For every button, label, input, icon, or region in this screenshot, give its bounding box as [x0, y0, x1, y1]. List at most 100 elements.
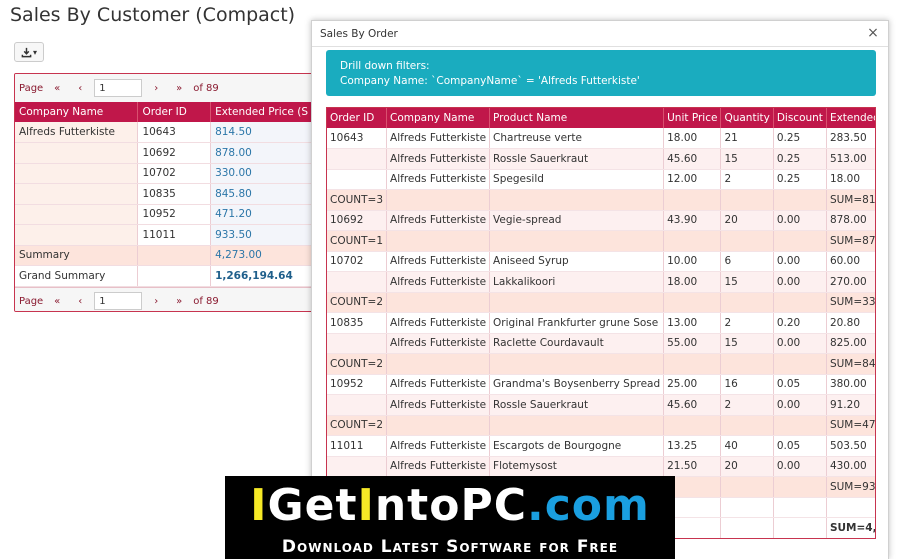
extended-price-link[interactable]: 845.80	[210, 183, 313, 205]
extended-price-link[interactable]: 471.20	[210, 204, 313, 225]
discount-cell: 0.00	[773, 456, 827, 477]
unit-price-cell: 21.50	[663, 456, 722, 477]
close-icon[interactable]: ×	[866, 26, 880, 40]
extended-price-cell	[826, 497, 875, 518]
column-header-extended-price[interactable]: Extended Price	[826, 108, 875, 128]
table-row: Alfreds Futterkiste Lakkalikoori 18.00 15 0.…	[327, 271, 875, 293]
sales-by-order-table: Order ID Company Name Product Name Unit …	[327, 108, 875, 538]
column-header-company-name[interactable]: Company Name	[386, 108, 491, 128]
unit-price-cell: 12.00	[663, 169, 722, 190]
next-page-button[interactable]: ›	[147, 292, 165, 310]
company-cell	[386, 189, 491, 211]
summary-value-link[interactable]: 4,273.00	[210, 245, 313, 266]
sales-by-order-table-container[interactable]: Order ID Company Name Product Name Unit …	[326, 107, 876, 539]
company-cell: Alfreds Futterkiste	[386, 374, 491, 395]
extended-price-link[interactable]: 933.50	[210, 224, 313, 246]
extended-price-cell: 380.00	[826, 374, 875, 395]
quantity-cell: 16	[720, 374, 774, 395]
export-button[interactable]: ▾	[14, 42, 44, 62]
quantity-cell: 2	[720, 394, 774, 416]
column-header-order-id[interactable]: Order ID	[327, 108, 388, 128]
discount-cell: 0.00	[773, 333, 827, 354]
unit-price-cell	[663, 353, 722, 375]
discount-cell	[773, 353, 827, 375]
extended-price-cell: 430.00	[826, 456, 875, 477]
table-row: 10692 878.00	[15, 142, 313, 164]
first-page-button[interactable]: «	[48, 292, 66, 310]
extended-price-cell: 18.00	[826, 169, 875, 190]
quantity-cell: 6	[720, 251, 774, 272]
column-header-discount[interactable]: Discount	[773, 108, 827, 128]
extended-price-cell: SUM=471.20	[826, 415, 875, 436]
table-row: Alfreds Futterkiste Raclette Courdavault 5…	[327, 333, 875, 354]
watermark-logo-part: Get	[267, 479, 358, 531]
quantity-cell	[720, 497, 774, 518]
column-header-order-id[interactable]: Order ID	[137, 102, 212, 122]
group-summary-row: COUNT=2 SUM=330.00	[327, 292, 875, 313]
order-id-cell: 10702	[137, 163, 212, 184]
unit-price-cell: 18.00	[663, 128, 722, 149]
watermark-tagline: Download Latest Software for Free	[281, 536, 619, 557]
unit-price-cell: 45.60	[663, 148, 722, 170]
column-header-quantity[interactable]: Quantity	[720, 108, 774, 128]
quantity-cell	[720, 230, 774, 252]
table-row: 11011 933.50	[15, 224, 313, 246]
order-id-cell: 10835	[137, 183, 212, 205]
product-cell	[489, 415, 665, 436]
group-summary-row: COUNT=3 SUM=814.50	[327, 189, 875, 211]
column-header-product-name[interactable]: Product Name	[489, 108, 665, 128]
extended-price-cell: SUM=933.50	[826, 476, 875, 498]
last-page-button[interactable]: »	[170, 292, 188, 310]
watermark-logo-part: I	[250, 479, 268, 531]
grand-summary-value-link[interactable]: 1,266,194.64	[210, 265, 313, 287]
order-id-cell	[327, 394, 388, 416]
order-id-cell	[327, 333, 388, 354]
modal-header: Sales By Order ×	[312, 21, 888, 47]
modal-title: Sales By Order	[320, 27, 398, 40]
column-header-company-name[interactable]: Company Name	[15, 102, 139, 122]
table-row: 10702 330.00	[15, 163, 313, 184]
page-title: Sales By Customer (Compact)	[10, 4, 296, 26]
product-cell: Escargots de Bourgogne	[489, 435, 665, 457]
discount-cell	[773, 230, 827, 252]
product-cell: Rossle Sauerkraut	[489, 394, 665, 416]
order-id-cell: COUNT=2	[327, 292, 388, 313]
first-page-button[interactable]: «	[48, 79, 66, 97]
unit-price-cell: 25.00	[663, 374, 722, 395]
extended-price-link[interactable]: 330.00	[210, 163, 313, 184]
pager-label: Page	[19, 295, 44, 307]
unit-price-cell: 10.00	[663, 251, 722, 272]
unit-price-cell	[663, 189, 722, 211]
product-cell: Original Frankfurter grune Sose	[489, 312, 665, 334]
quantity-cell: 21	[720, 128, 774, 149]
product-cell: Spegesild	[489, 169, 665, 190]
quantity-cell: 2	[720, 312, 774, 334]
extended-price-link[interactable]: 814.50	[210, 122, 313, 143]
product-cell: Raclette Courdavault	[489, 333, 665, 354]
company-cell: Alfreds Futterkiste	[386, 456, 491, 477]
prev-page-button[interactable]: ‹	[71, 292, 89, 310]
unit-price-cell: 18.00	[663, 271, 722, 293]
extended-price-cell: SUM=330.00	[826, 292, 875, 313]
quantity-cell: 15	[720, 271, 774, 293]
quantity-cell	[720, 476, 774, 498]
prev-page-button[interactable]: ‹	[71, 79, 89, 97]
page-number-input[interactable]: 1	[94, 79, 143, 97]
column-header-extended-price[interactable]: Extended Price (S	[210, 102, 313, 122]
extended-price-link[interactable]: 878.00	[210, 142, 313, 164]
company-cell: Alfreds Futterkiste	[386, 435, 491, 457]
company-cell: Alfreds Futterkiste	[386, 128, 491, 149]
next-page-button[interactable]: ›	[147, 79, 165, 97]
table-row: Alfreds Futterkiste Rossle Sauerkraut 45.6…	[327, 394, 875, 416]
product-cell: Grandma's Boysenberry Spread	[489, 374, 665, 395]
page-number-input[interactable]: 1	[94, 292, 143, 310]
last-page-button[interactable]: »	[170, 79, 188, 97]
table-row: Alfreds Futterkiste Spegesild 12.00 2 0.25 18…	[327, 169, 875, 190]
watermark-logo-part: nto	[374, 479, 461, 531]
grand-summary-label: Grand Summary	[15, 265, 139, 287]
column-header-unit-price[interactable]: Unit Price	[663, 108, 722, 128]
unit-price-cell: 45.60	[663, 394, 722, 416]
product-cell	[489, 292, 665, 313]
sales-by-customer-panel: Page « ‹ 1 › » of 89 Company Name Order …	[14, 73, 314, 312]
order-id-cell: 10835	[327, 312, 388, 334]
